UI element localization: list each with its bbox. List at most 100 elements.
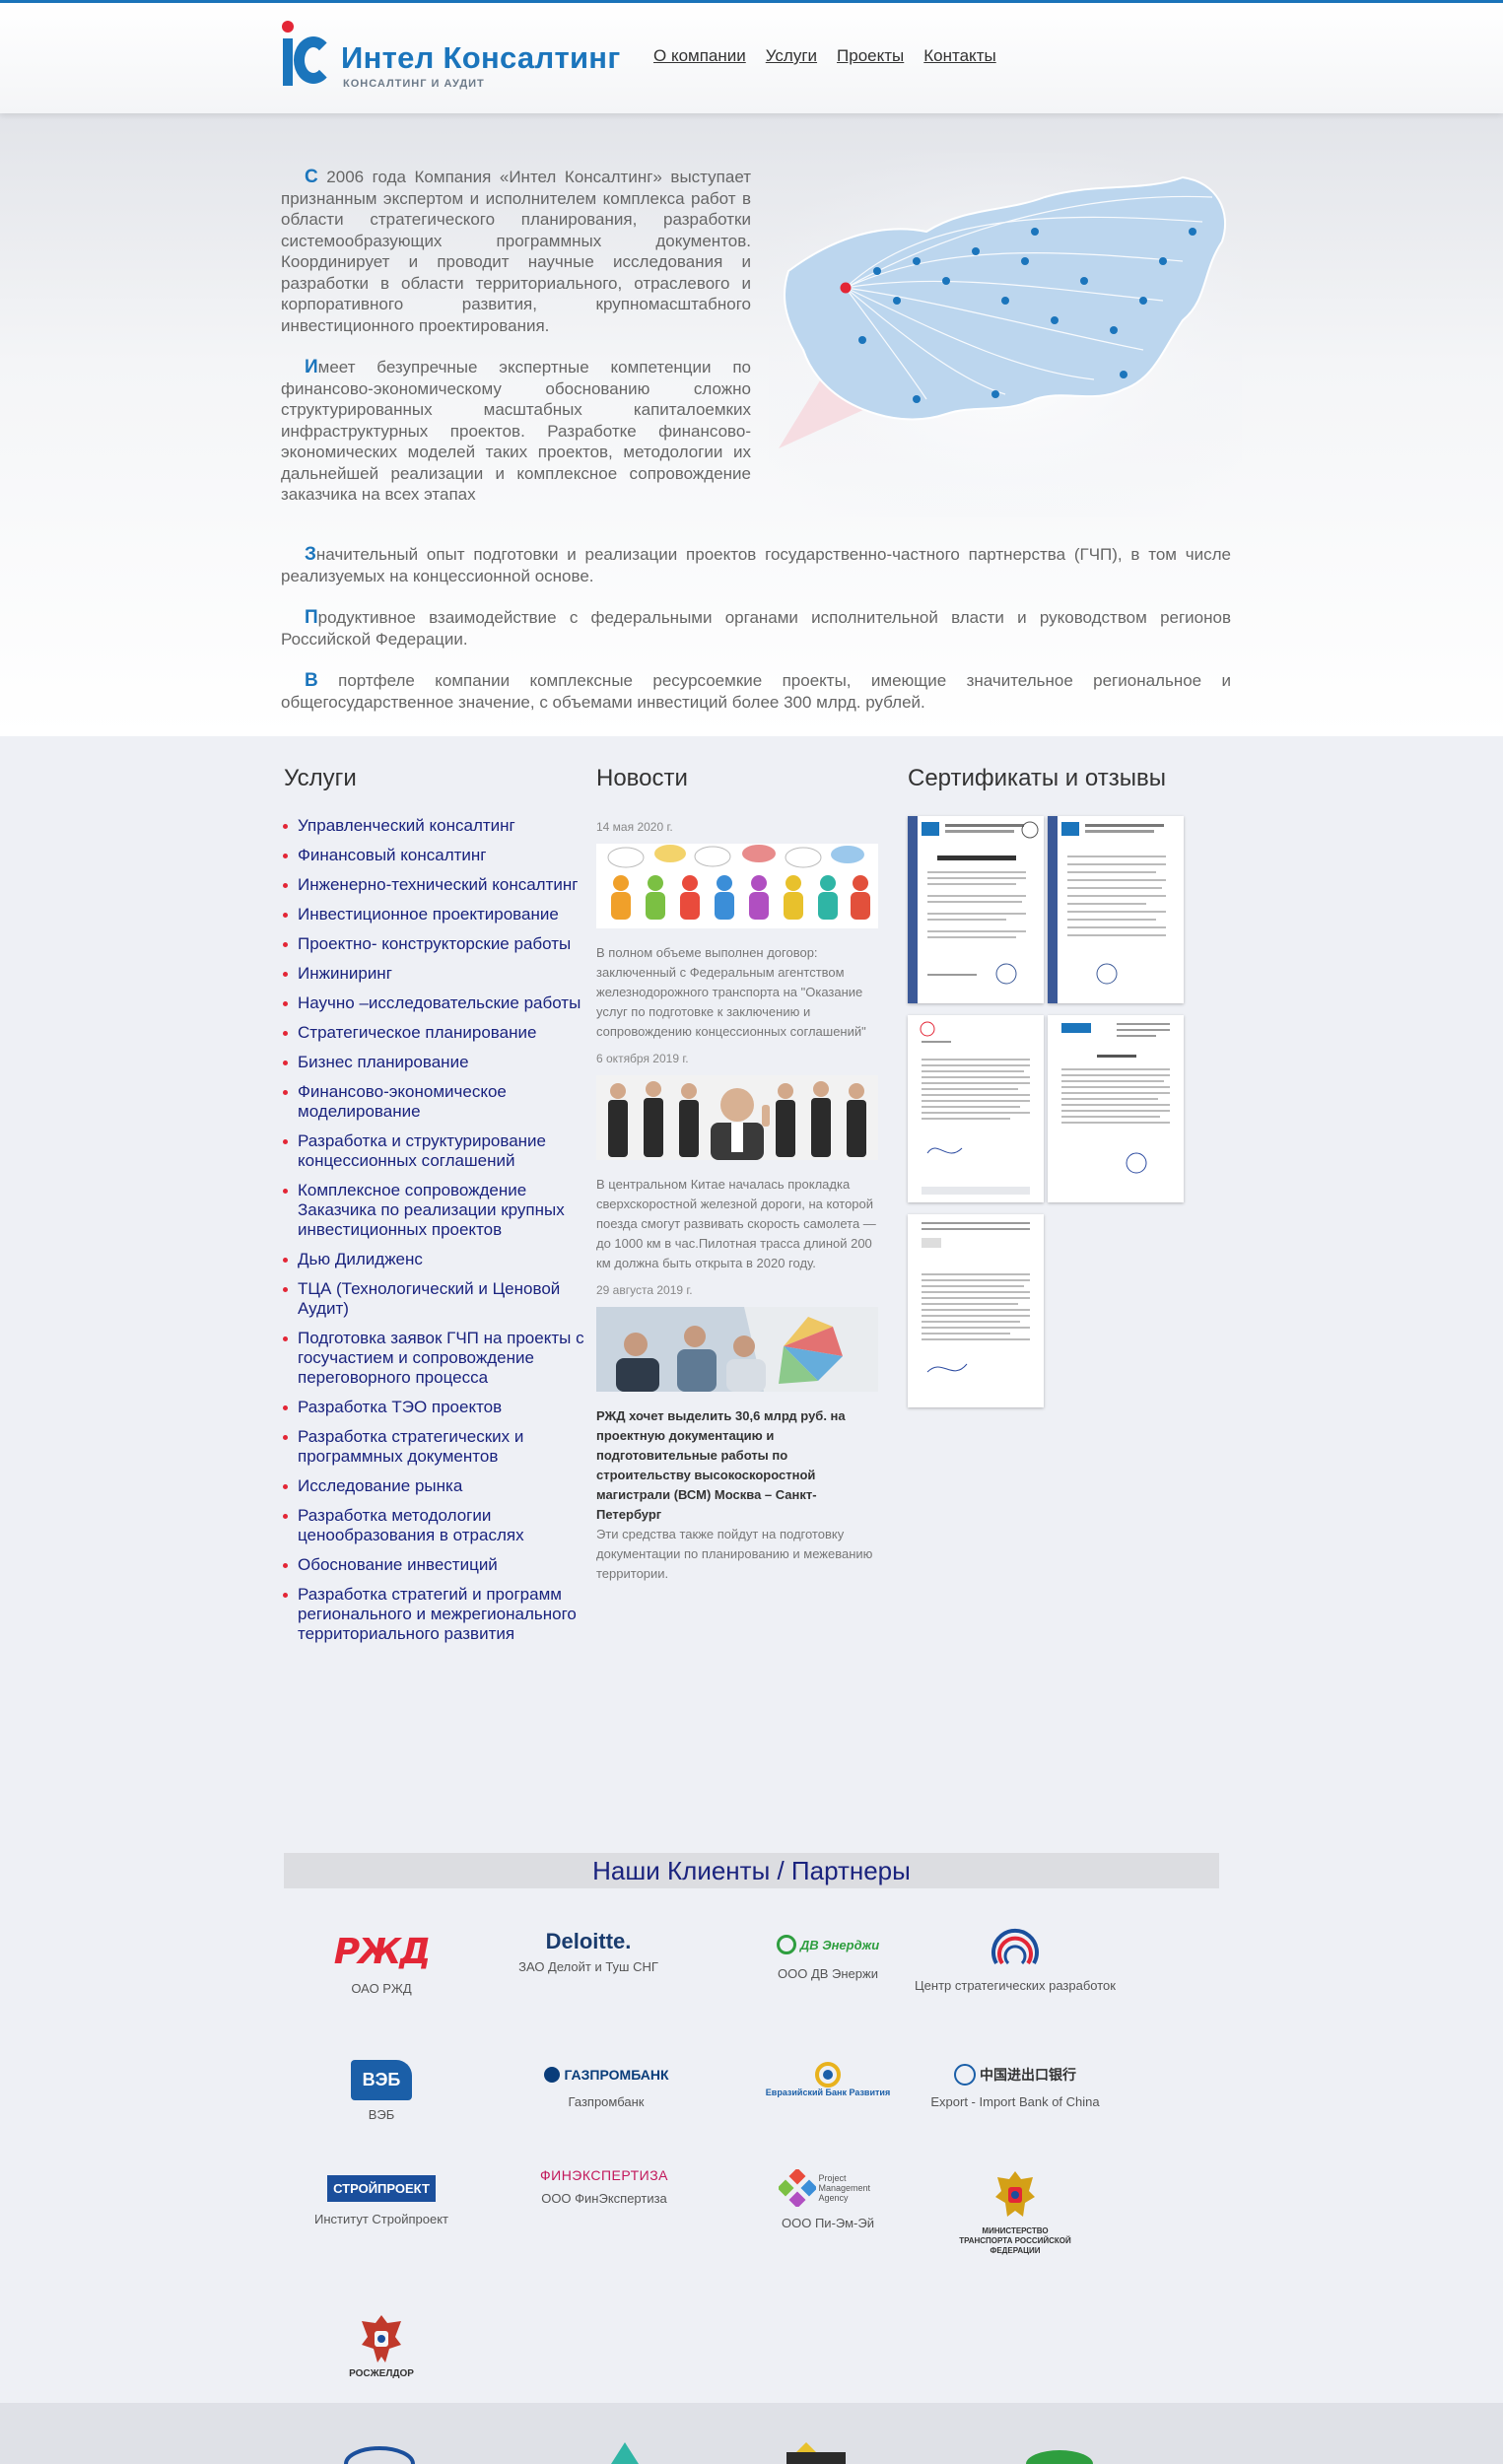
stroyproekt-logo-text: СТРОЙПРОЕКТ xyxy=(327,2174,436,2202)
client-veb[interactable]: ВЭБ ВЭБ xyxy=(278,2055,485,2123)
service-link[interactable]: Разработка методологии ценообразования в… xyxy=(283,1506,588,1545)
deloitte-logo-text: Deloitte. xyxy=(545,1929,632,1953)
client-mintrans[interactable]: МИНИСТЕРСТВО ТРАНСПОРТА РОССИЙСКОЙ ФЕДЕР… xyxy=(912,2163,1119,2260)
news-image-business-people[interactable] xyxy=(596,1075,878,1160)
review-letter-thumbnail[interactable] xyxy=(908,1015,1044,1202)
news-column: 14 мая 2020 г. В полном объеме выполнен … xyxy=(596,820,878,1594)
clients-heading-bar: Наши Клиенты / Партнеры xyxy=(284,1853,1219,1888)
client-name: ОАО РЖД xyxy=(351,1981,412,1996)
mintrans-emblem-icon: МИНИСТЕРСТВО ТРАНСПОРТА РОССИЙСКОЙ ФЕДЕР… xyxy=(912,2163,1119,2260)
rzd-logo-text: РЖД xyxy=(333,1931,432,1972)
service-link[interactable]: Проектно- конструкторские работы xyxy=(283,934,588,954)
review-letter-thumbnail[interactable] xyxy=(1048,1015,1184,1202)
certificates-heading: Сертификаты и отзывы xyxy=(908,765,1166,791)
stroyproekt-logo-icon: СТРОЙПРОЕКТ xyxy=(278,2163,485,2213)
service-link[interactable]: Разработка стратегий и программ регионал… xyxy=(283,1585,588,1644)
eabr-logo-icon: Евразийский Банк Развития xyxy=(724,2052,931,2107)
csr-logo-icon xyxy=(912,1924,1119,1973)
service-link[interactable]: Инвестиционное проектирование xyxy=(283,905,588,924)
service-link[interactable]: Комплексное сопровождение Заказчика по р… xyxy=(283,1181,588,1240)
nav-projects[interactable]: Проекты xyxy=(837,46,904,66)
service-link[interactable]: Финансово-экономическое моделирование xyxy=(283,1082,588,1122)
client-stroyproekt[interactable]: СТРОЙПРОЕКТ Институт Стройпроект xyxy=(278,2163,485,2227)
client-finexpertiza[interactable]: ФИНЭКСПЕРТИЗА ООО ФинЭкспертиза xyxy=(501,2151,708,2207)
intro-paragraph-1: С 2006 года Компания «Интел Консалтинг» … xyxy=(281,167,751,335)
russia-map-image xyxy=(769,153,1242,517)
service-link[interactable]: Инжиниринг xyxy=(283,964,588,984)
nav-contacts[interactable]: Контакты xyxy=(923,46,995,66)
certificate-thumbnail[interactable] xyxy=(1048,816,1184,1003)
service-link[interactable]: Бизнес планирование xyxy=(283,1053,588,1072)
client-name: Газпромбанк xyxy=(568,2094,645,2109)
service-link[interactable]: Подготовка заявок ГЧП на проекты с госуч… xyxy=(283,1329,588,1388)
roszheldor-logo-text: РОСЖЕЛДОР xyxy=(349,2367,414,2379)
service-link[interactable]: Обоснование инвестиций xyxy=(283,1555,588,1575)
nav-services[interactable]: Услуги xyxy=(766,46,817,66)
review-letter-thumbnail[interactable] xyxy=(908,1214,1044,1407)
logo-mark-icon xyxy=(280,19,333,90)
eximbank-logo-text: 中国进出口银行 xyxy=(980,2068,1076,2084)
news-headline[interactable]: РЖД хочет выделить 30,6 млрд руб. на про… xyxy=(596,1406,878,1525)
site-logo[interactable]: Интел Консалтинг КОНСАЛТИНГ И АУДИТ xyxy=(280,19,620,90)
logo-tagline: КОНСАЛТИНГ И АУДИТ xyxy=(343,78,485,90)
dv-energy-logo-text: ДВ Энерджи xyxy=(799,1937,880,1952)
client-name: Центр стратегических разработок xyxy=(915,1978,1116,1993)
intro-paragraph-4: Продуктивное взаимодействие с федеральны… xyxy=(281,607,1231,649)
site-header: Интел Консалтинг КОНСАЛТИНГ И АУДИТ О ко… xyxy=(0,3,1503,113)
service-link[interactable]: Разработка и структурирование концессион… xyxy=(283,1131,588,1171)
finexpertiza-logo-text: ФИНЭКСПЕРТИЗА xyxy=(539,2167,668,2183)
client-gazprombank[interactable]: ГАЗПРОМБАНК Газпромбанк xyxy=(503,2050,710,2110)
client-rzd[interactable]: РЖД ОАО РЖД xyxy=(278,1927,485,1997)
news-image-meeting[interactable] xyxy=(596,1307,878,1392)
eximbank-logo-icon: 中国进出口银行 xyxy=(912,2050,1119,2099)
intro-paragraph-5: В портфеле компании комплексные ресурсое… xyxy=(281,670,1231,712)
service-link[interactable]: Инженерно-технический консалтинг xyxy=(283,875,588,895)
client-eurasian-bank[interactable]: Евразийский Банк Развития xyxy=(724,2052,931,2107)
news-date: 14 мая 2020 г. xyxy=(596,820,673,834)
client-roszheldor[interactable]: РОСЖЕЛДОР xyxy=(278,2306,485,2383)
main-nav: О компании Услуги Проекты Контакты xyxy=(653,46,996,66)
service-link[interactable]: ТЦА (Технологический и Ценовой Аудит) xyxy=(283,1279,588,1319)
news-date: 29 августа 2019 г. xyxy=(596,1283,693,1297)
client-name: Институт Стройпроект xyxy=(314,2212,448,2226)
client-name: Export - Import Bank of China xyxy=(930,2094,1100,2109)
service-link[interactable]: Стратегическое планирование xyxy=(283,1023,588,1043)
client-csr[interactable]: Центр стратегических разработок xyxy=(912,1924,1119,1994)
partner-logos-partial xyxy=(344,2442,1093,2464)
logo-name: Интел Консалтинг xyxy=(341,40,621,75)
rzd-logo-icon: РЖД xyxy=(278,1927,485,1976)
service-link[interactable]: Разработка стратегических и программных … xyxy=(283,1427,588,1467)
client-eximbank-china[interactable]: 中国进出口银行 Export - Import Bank of China xyxy=(912,2050,1119,2110)
client-name: ООО ДВ Энержи xyxy=(778,1966,878,1981)
client-name: ВЭБ xyxy=(368,2107,395,2122)
service-link[interactable]: Управленческий консалтинг xyxy=(283,816,588,836)
intro-text-left: С 2006 года Компания «Интел Консалтинг» … xyxy=(281,167,751,506)
news-heading: Новости xyxy=(596,765,688,791)
client-name: ООО Пи-Эм-Эй xyxy=(782,2216,874,2230)
client-dv-energy[interactable]: ДВ Энерджи ООО ДВ Энержи xyxy=(724,1920,931,1982)
pma-logo-text: Project Management Agency xyxy=(818,2173,871,2203)
certificate-thumbnail[interactable] xyxy=(908,816,1044,1003)
service-link[interactable]: Научно –исследовательские работы xyxy=(283,993,588,1013)
service-link[interactable]: Дью Дилидженс xyxy=(283,1250,588,1269)
partners-strip xyxy=(0,2403,1503,2464)
service-link[interactable]: Финансовый консалтинг xyxy=(283,846,588,865)
dv-energy-logo-icon: ДВ Энерджи xyxy=(724,1920,931,1969)
veb-logo-text: ВЭБ xyxy=(350,2059,413,2100)
gazprombank-logo-icon: ГАЗПРОМБАНК xyxy=(503,2050,710,2099)
client-deloitte[interactable]: Deloitte. ЗАО Делойт и Туш СНГ xyxy=(485,1917,692,1975)
intro-paragraph-2: Имеет безупречные экспертные компетенции… xyxy=(281,357,751,504)
news-text[interactable]: В полном объеме выполнен договор: заключ… xyxy=(596,943,878,1042)
pma-logo-icon: Project Management Agency xyxy=(724,2163,931,2213)
gazprombank-logo-text: ГАЗПРОМБАНК xyxy=(564,2067,669,2083)
nav-about[interactable]: О компании xyxy=(653,46,746,66)
mintrans-logo-text: МИНИСТЕРСТВО ТРАНСПОРТА РОССИЙСКОЙ ФЕДЕР… xyxy=(959,2226,1071,2255)
news-text[interactable]: Эти средства также пойдут на подготовку … xyxy=(596,1525,878,1584)
news-text[interactable]: В центральном Китае началась прокладка с… xyxy=(596,1175,878,1273)
eabr-logo-text: Евразийский Банк Развития xyxy=(765,2088,891,2097)
service-link[interactable]: Исследование рынка xyxy=(283,1476,588,1496)
roszheldor-emblem-icon: РОСЖЕЛДОР xyxy=(278,2306,485,2383)
client-pma[interactable]: Project Management Agency ООО Пи-Эм-Эй xyxy=(724,2163,931,2231)
service-link[interactable]: Разработка ТЭО проектов xyxy=(283,1398,588,1417)
news-image-speech-bubbles[interactable] xyxy=(596,844,878,928)
